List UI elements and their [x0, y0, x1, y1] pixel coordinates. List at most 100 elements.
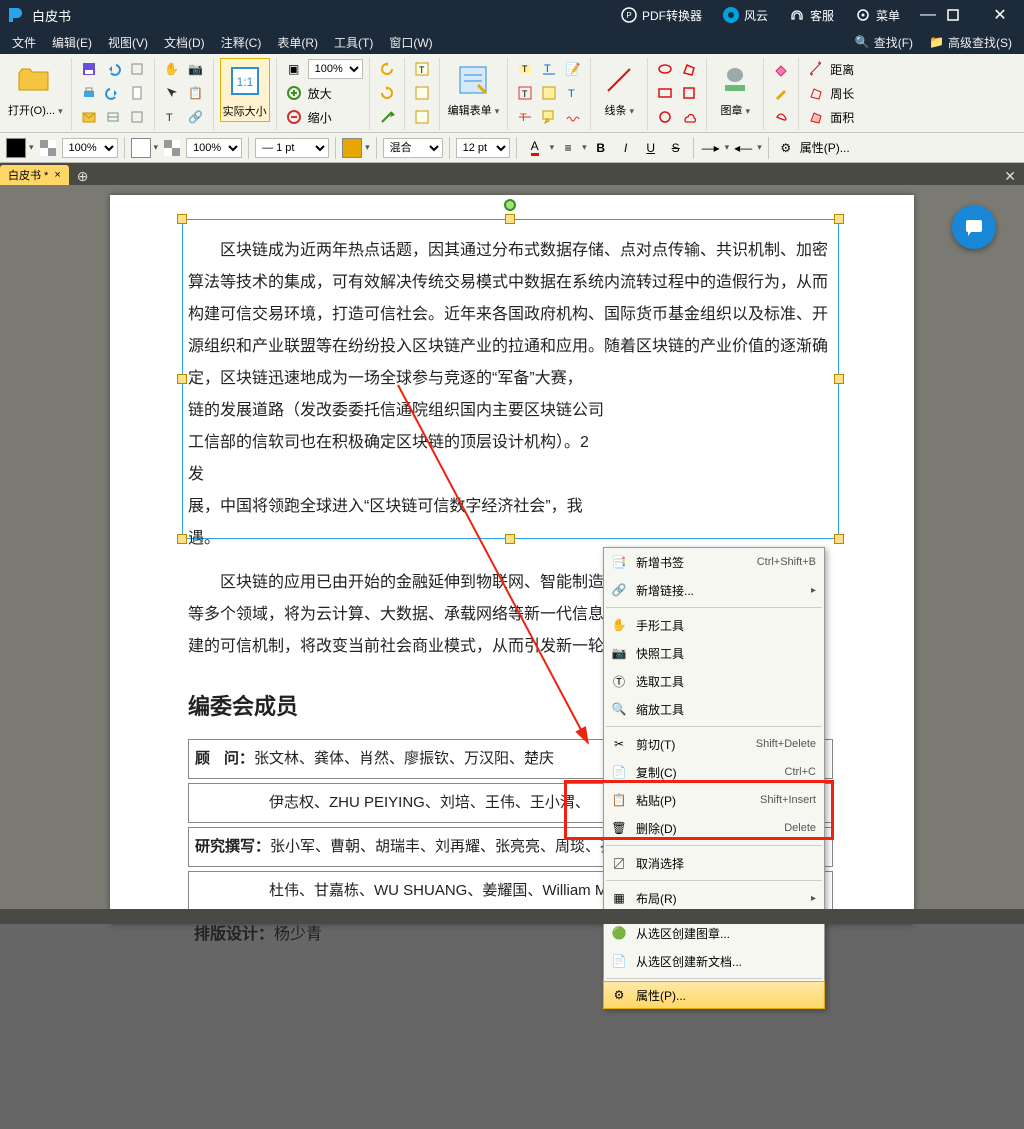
ctx-paste[interactable]: 📋粘贴(P)Shift+Insert: [604, 786, 824, 814]
highlight-text-icon[interactable]: T: [514, 58, 536, 80]
ctx-select-tool[interactable]: Ⓣ选取工具: [604, 667, 824, 695]
minimize-button[interactable]: —: [910, 6, 946, 24]
snapshot-tool-icon[interactable]: 📷: [185, 58, 207, 80]
opacity-pattern2-icon[interactable]: [161, 137, 183, 159]
toolbar-undo-icon[interactable]: [102, 58, 124, 80]
stroke-color-swatch[interactable]: [6, 138, 26, 158]
text-align-icon[interactable]: ≡: [557, 137, 579, 159]
fit-page-icon[interactable]: ▣: [283, 58, 305, 80]
highlight2-icon[interactable]: [538, 82, 560, 104]
handle-ne[interactable]: [834, 214, 844, 224]
font-size-select[interactable]: 12 pt: [456, 138, 510, 158]
line-tool-button[interactable]: 线条 ▾: [597, 58, 641, 120]
area-icon[interactable]: [805, 106, 827, 128]
zoom-in-icon[interactable]: [283, 82, 305, 104]
bold-icon[interactable]: B: [590, 137, 612, 159]
rotate-left-icon[interactable]: [376, 58, 398, 80]
typewriter-icon[interactable]: T: [562, 82, 584, 104]
opacity-pattern-icon[interactable]: [37, 137, 59, 159]
ctx-newdoc-from-selection[interactable]: 📄从选区创建新文档...: [604, 947, 824, 975]
handle-e[interactable]: [834, 374, 844, 384]
handle-n[interactable]: [505, 214, 515, 224]
toolbar-save-icon[interactable]: [78, 58, 100, 80]
open-button[interactable]: 打开(O)... ▾: [6, 58, 65, 120]
shape-rect-icon[interactable]: [654, 82, 676, 104]
end-cap1-icon[interactable]: —▸: [700, 137, 722, 159]
select-tool-icon[interactable]: [161, 82, 183, 104]
ctx-hand-tool[interactable]: ✋手形工具: [604, 611, 824, 639]
menu-view[interactable]: 视图(V): [100, 30, 156, 54]
strikethrough-icon[interactable]: S: [665, 137, 687, 159]
menu-document[interactable]: 文档(D): [156, 30, 213, 54]
ctx-new-bookmark[interactable]: 📑新增书签Ctrl+Shift+B: [604, 548, 824, 576]
toolbar-email-icon[interactable]: [78, 106, 100, 128]
find-button[interactable]: 🔍查找(F): [847, 30, 921, 54]
ctx-properties[interactable]: ⚙属性(P)...: [603, 981, 825, 1009]
text-select-icon[interactable]: T: [161, 106, 183, 128]
ctx-copy[interactable]: 📄复制(C)Ctrl+C: [604, 758, 824, 786]
ctx-zoom-tool[interactable]: 🔍缩放工具: [604, 695, 824, 723]
link-tool-icon[interactable]: 🔗: [185, 106, 207, 128]
text-box3-icon[interactable]: [411, 106, 433, 128]
menu-button[interactable]: 菜单: [844, 0, 910, 30]
pdf-converter-button[interactable]: P PDF转换器: [610, 0, 712, 30]
italic-icon[interactable]: I: [615, 137, 637, 159]
highlight-arrow-icon[interactable]: [376, 106, 398, 128]
horizontal-scrollbar[interactable]: [0, 909, 1024, 924]
handle-w[interactable]: [177, 374, 187, 384]
pencil-icon[interactable]: [770, 82, 792, 104]
stamp-button[interactable]: 图章 ▾: [713, 58, 757, 120]
shape-cloud-icon[interactable]: [678, 106, 700, 128]
note-icon[interactable]: 📝: [562, 58, 584, 80]
fill-color-swatch[interactable]: [131, 138, 151, 158]
toolbar-page-icon[interactable]: [126, 82, 148, 104]
advanced-find-button[interactable]: 📁高级查找(S): [921, 30, 1020, 54]
document-tab[interactable]: 白皮书 * ×: [0, 165, 69, 185]
handle-se[interactable]: [834, 534, 844, 544]
ctx-delete[interactable]: 🗑删除(D)Delete: [604, 814, 824, 842]
handle-sw[interactable]: [177, 534, 187, 544]
properties-label[interactable]: 属性(P)...: [800, 139, 850, 156]
rotate-handle[interactable]: [504, 199, 516, 211]
distance-icon[interactable]: [805, 58, 827, 80]
menu-annotation[interactable]: 注释(C): [213, 30, 270, 54]
eraser-icon[interactable]: [770, 58, 792, 80]
shape-oval-icon[interactable]: [654, 58, 676, 80]
handle-nw[interactable]: [177, 214, 187, 224]
menu-form[interactable]: 表单(R): [269, 30, 326, 54]
rotate-right-icon[interactable]: [376, 82, 398, 104]
squiggly-icon[interactable]: [562, 106, 584, 128]
font-color-icon[interactable]: A: [523, 137, 547, 159]
tab-close-all-icon[interactable]: ✕: [996, 168, 1024, 185]
shape-poly-icon[interactable]: [678, 58, 700, 80]
toolbar-scan-icon[interactable]: [102, 106, 124, 128]
menu-tool[interactable]: 工具(T): [326, 30, 381, 54]
fill-opacity-select[interactable]: 100%: [186, 138, 242, 158]
floating-action-button[interactable]: [952, 205, 996, 249]
zoom-select[interactable]: 100%: [308, 59, 363, 79]
ctx-cut[interactable]: ✂剪切(T)Shift+Delete: [604, 730, 824, 758]
ctx-snapshot-tool[interactable]: 📷快照工具: [604, 639, 824, 667]
line-weight-select[interactable]: — 1 pt: [255, 138, 329, 158]
underline-icon[interactable]: U: [640, 137, 662, 159]
maximize-button[interactable]: [946, 8, 982, 22]
text-box2-icon[interactable]: [411, 82, 433, 104]
menu-window[interactable]: 窗口(W): [381, 30, 440, 54]
end-cap2-icon[interactable]: ◂—: [732, 137, 754, 159]
add-tab-button[interactable]: ⊕: [69, 168, 97, 185]
blend-select[interactable]: 混合: [383, 138, 443, 158]
ctx-new-link[interactable]: 🔗新增链接...▸: [604, 576, 824, 604]
perimeter-icon[interactable]: [805, 82, 827, 104]
text-box1-icon[interactable]: T: [411, 58, 433, 80]
toolbar-redo-icon[interactable]: [102, 82, 124, 104]
textbox-tool-icon[interactable]: T: [514, 82, 536, 104]
ctx-layout[interactable]: ▦布局(R)▸: [604, 884, 824, 912]
strike-text-icon[interactable]: T: [514, 106, 536, 128]
underline-text-icon[interactable]: T: [538, 58, 560, 80]
ctx-deselect[interactable]: 〼取消选择: [604, 849, 824, 877]
menu-edit[interactable]: 编辑(E): [44, 30, 100, 54]
toolbar-misc1-icon[interactable]: [126, 58, 148, 80]
stroke-opacity-select[interactable]: 100%: [62, 138, 118, 158]
shape-square-icon[interactable]: [678, 82, 700, 104]
properties-icon[interactable]: ⚙: [775, 137, 797, 159]
